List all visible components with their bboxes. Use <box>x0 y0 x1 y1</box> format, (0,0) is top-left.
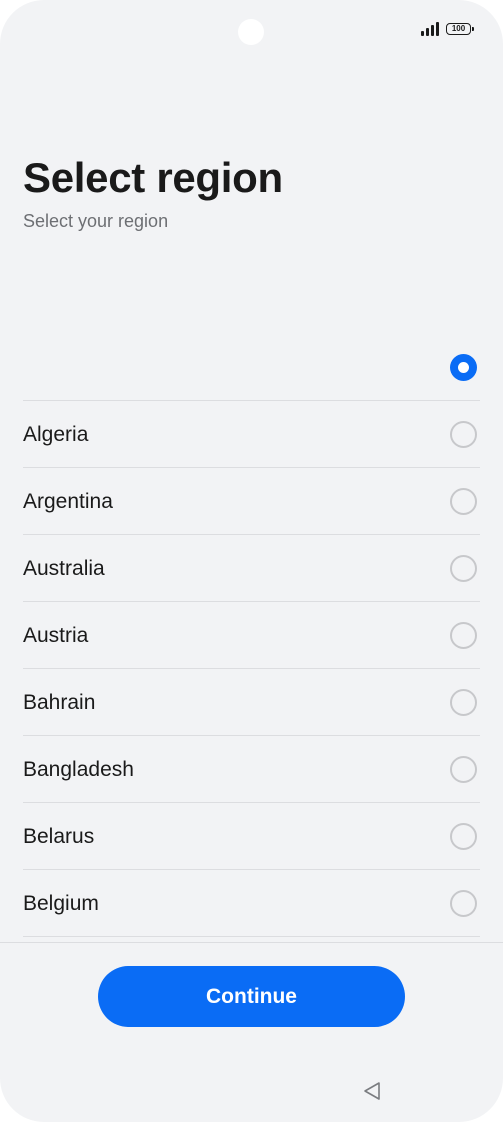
region-label: Bahrain <box>23 691 96 714</box>
region-option[interactable]: Australia <box>23 535 480 602</box>
radio-button[interactable] <box>450 488 477 515</box>
radio-button[interactable] <box>450 622 477 649</box>
status-bar: 100 <box>421 21 474 37</box>
battery-level: 100 <box>451 24 466 33</box>
continue-button[interactable]: Continue <box>98 966 405 1027</box>
region-option[interactable]: Belarus <box>23 803 480 870</box>
page-title: Select region <box>23 154 283 201</box>
radio-button[interactable] <box>450 890 477 917</box>
radio-button[interactable] <box>450 823 477 850</box>
region-label: Austria <box>23 624 89 647</box>
region-label: Belarus <box>23 825 95 848</box>
front-camera-cutout <box>238 19 264 45</box>
region-label: Argentina <box>23 490 113 513</box>
back-triangle-icon[interactable] <box>362 1081 382 1101</box>
region-label: Algeria <box>23 423 89 446</box>
radio-button[interactable] <box>450 756 477 783</box>
region-option[interactable] <box>23 334 480 401</box>
region-option[interactable]: Argentina <box>23 468 480 535</box>
region-list: Algeria Argentina Australia Austria Bahr… <box>23 334 480 937</box>
radio-button[interactable] <box>450 421 477 448</box>
region-option[interactable]: Belgium <box>23 870 480 937</box>
region-option[interactable]: Bahrain <box>23 669 480 736</box>
radio-button-checked[interactable] <box>450 354 477 381</box>
footer-divider <box>0 942 503 943</box>
region-option[interactable]: Algeria <box>23 401 480 468</box>
region-option[interactable]: Austria <box>23 602 480 669</box>
region-label: Australia <box>23 557 105 580</box>
region-label: Belgium <box>23 892 99 915</box>
region-label: Bangladesh <box>23 758 134 781</box>
radio-button[interactable] <box>450 555 477 582</box>
page-subtitle: Select your region <box>23 211 169 231</box>
signal-icon <box>421 22 439 36</box>
battery-icon: 100 <box>446 23 474 35</box>
phone-screen: 100 Select region Select your region Alg… <box>0 0 503 1122</box>
region-option[interactable]: Bangladesh <box>23 736 480 803</box>
radio-button[interactable] <box>450 689 477 716</box>
